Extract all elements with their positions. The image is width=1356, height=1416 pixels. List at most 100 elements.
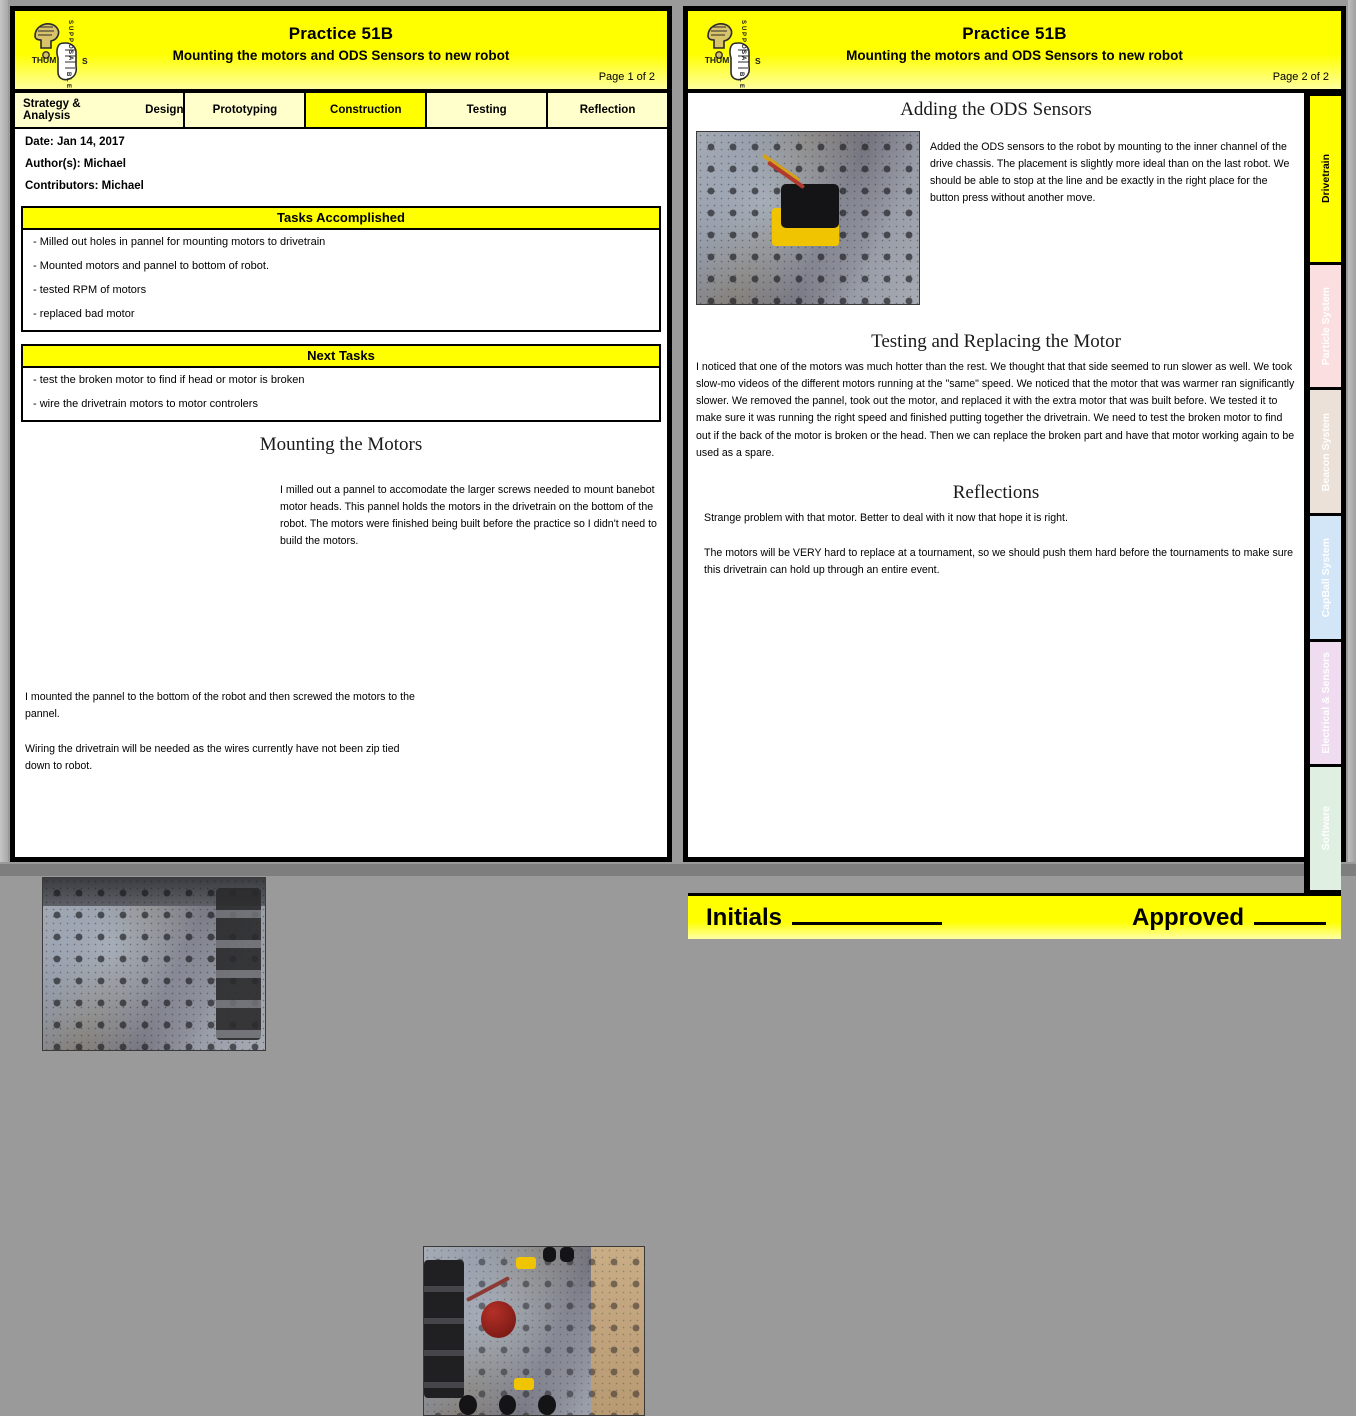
svg-text:O: O: [67, 44, 73, 49]
side-tab-label: Drivetrain: [1319, 154, 1332, 204]
mounting-paragraph-2: I mounted the pannel to the bottom of th…: [25, 691, 415, 721]
phase-tab-bar: Strategy & Analysis Design Prototyping C…: [15, 93, 667, 129]
testing-section-heading: Testing and Replacing the Motor: [871, 331, 1121, 352]
list-item: - test the broken motor to find if head …: [33, 374, 305, 386]
svg-text:U: U: [67, 26, 73, 30]
next-tasks-heading: Next Tasks: [21, 344, 661, 368]
svg-text:S: S: [740, 50, 746, 54]
team-logo: THUM S S U P P O S A B L E: [694, 14, 772, 89]
initials-field-group[interactable]: Initials: [706, 903, 943, 932]
page1-title: Practice 51B: [288, 24, 394, 43]
side-tab-electrical-sensors[interactable]: Electrical & Sensors: [1307, 641, 1341, 768]
side-tab-drivetrain[interactable]: Drivetrain: [1307, 93, 1341, 265]
mounting-motors-heading: Mounting the Motors: [259, 434, 423, 455]
tab-label: Strategy & Analysis: [23, 98, 81, 122]
svg-text:E: E: [65, 84, 71, 88]
svg-text:L: L: [65, 78, 71, 82]
side-tab-capball-system[interactable]: CapBall System: [1307, 515, 1341, 642]
page2-content-column: Adding the ODS Sensors Added the ODS sen…: [688, 93, 1307, 893]
mounting-paragraph: I milled out a pannel to accomodate the …: [280, 484, 657, 548]
mounting-paragraph-3: Wiring the drivetrain will be needed as …: [25, 743, 400, 773]
side-tab-beacon-system[interactable]: Beacon System: [1307, 390, 1341, 516]
tab-label: Prototyping: [212, 104, 278, 116]
window-scrollbar-left[interactable]: [0, 0, 8, 862]
page1-subtitle: Mounting the motors and ODS Sensors to n…: [172, 48, 510, 63]
list-item: - Milled out holes in pannel for mountin…: [33, 236, 326, 248]
ods-sensor-photo: [696, 131, 920, 305]
tab-reflection[interactable]: Reflection: [548, 93, 667, 127]
tab-prototyping[interactable]: Prototyping: [185, 93, 307, 127]
svg-text:B: B: [65, 72, 71, 77]
team-logo: THUM S S U P P O S A B L E: [21, 14, 99, 89]
svg-text:P: P: [67, 38, 73, 42]
tasks-accomplished-list: - Milled out holes in pannel for mountin…: [21, 230, 661, 332]
svg-text:THUM: THUM: [32, 55, 57, 65]
page2-subtitle: Mounting the motors and ODS Sensors to n…: [846, 48, 1183, 63]
side-tab-label: Beacon System: [1319, 412, 1332, 491]
list-item: - wire the drivetrain motors to motor co…: [33, 398, 258, 410]
svg-text:S: S: [82, 56, 88, 66]
tab-label: Reflection: [579, 104, 636, 116]
svg-text:THUM: THUM: [705, 55, 730, 65]
list-item: - replaced bad motor: [33, 308, 135, 320]
reflections-section-heading: Reflections: [952, 481, 1040, 503]
ods-section: Added the ODS sensors to the robot by mo…: [696, 127, 1296, 305]
document-page-1: THUM S S U P P O S A B L E Practice 51B …: [10, 6, 672, 1416]
entry-metadata: Date: Jan 14, 2017 Author(s): Michael Co…: [15, 129, 667, 206]
svg-text:A: A: [740, 56, 746, 61]
tasks-accomplished-heading: Tasks Accomplished: [21, 206, 661, 230]
svg-text:S: S: [755, 56, 761, 66]
side-tab-label: Software: [1319, 806, 1332, 851]
approved-blank-line[interactable]: [1254, 906, 1327, 925]
page2-title: Practice 51B: [962, 24, 1067, 43]
side-tab-particle-system[interactable]: Particle System: [1307, 264, 1341, 391]
page2-number: Page 2 of 2: [1272, 71, 1329, 83]
signoff-footer: Initials Approved: [688, 893, 1341, 939]
svg-text:S: S: [67, 20, 73, 24]
next-tasks-list: - test the broken motor to find if head …: [21, 368, 661, 422]
tab-label: Construction: [330, 104, 402, 116]
entry-authors: Author(s): Michael: [25, 158, 126, 170]
svg-text:E: E: [738, 84, 744, 88]
document-page-2: THUM S S U P P O S A B L E Practice 51B …: [683, 6, 1346, 939]
page2-header: THUM S S U P P O S A B L E Practice 51B …: [688, 11, 1341, 93]
reflections-paragraph-1: Strange problem with that motor. Better …: [704, 511, 1068, 524]
svg-text:L: L: [738, 78, 744, 82]
side-tab-label: Electrical & Sensors: [1319, 652, 1332, 754]
ods-section-heading: Adding the ODS Sensors: [900, 99, 1092, 120]
tab-testing[interactable]: Testing: [427, 93, 549, 127]
side-tab-label: CapBall System: [1319, 537, 1332, 617]
tab-construction[interactable]: Construction: [306, 93, 428, 127]
approved-field-group[interactable]: Approved: [1132, 904, 1327, 932]
svg-text:U: U: [740, 26, 746, 30]
svg-text:S: S: [740, 20, 746, 24]
page2-body: Adding the ODS Sensors Added the ODS sen…: [688, 93, 1341, 939]
svg-text:S: S: [67, 50, 73, 54]
svg-text:A: A: [67, 56, 73, 61]
initials-blank-line[interactable]: [792, 906, 943, 925]
tab-label: Testing: [466, 104, 507, 116]
page1-header: THUM S S U P P O S A B L E Practice 51B …: [15, 11, 667, 93]
side-tab-software[interactable]: Software: [1307, 767, 1341, 893]
entry-date: Date: Jan 14, 2017: [25, 136, 125, 148]
page1-number: Page 1 of 2: [598, 71, 655, 83]
ods-paragraph: Added the ODS sensors to the robot by mo…: [930, 141, 1290, 205]
svg-text:B: B: [738, 72, 744, 77]
milled-pannel-photo: [42, 877, 266, 1051]
list-item: - tested RPM of motors: [33, 284, 147, 296]
side-tab-label: Particle System: [1319, 286, 1332, 366]
svg-text:P: P: [67, 32, 73, 36]
window-scrollbar-right[interactable]: [1348, 0, 1356, 862]
svg-text:P: P: [740, 32, 746, 36]
svg-text:O: O: [740, 44, 746, 49]
tab-strategy-analysis[interactable]: Strategy & Analysis Design: [15, 93, 186, 127]
subsystem-side-tab-bar: Drivetrain Particle System Beacon System…: [1307, 93, 1341, 893]
tab-label: Design: [145, 104, 184, 116]
robot-underside-photo: [423, 1246, 645, 1416]
list-item: - Mounted motors and pannel to bottom of…: [33, 260, 270, 272]
svg-text:P: P: [740, 38, 746, 42]
entry-contributors: Contributors: Michael: [25, 180, 144, 192]
initials-label: Initials: [706, 903, 783, 931]
testing-paragraph: I noticed that one of the motors was muc…: [696, 361, 1295, 459]
reflections-paragraph-2: The motors will be VERY hard to replace …: [704, 547, 1294, 577]
